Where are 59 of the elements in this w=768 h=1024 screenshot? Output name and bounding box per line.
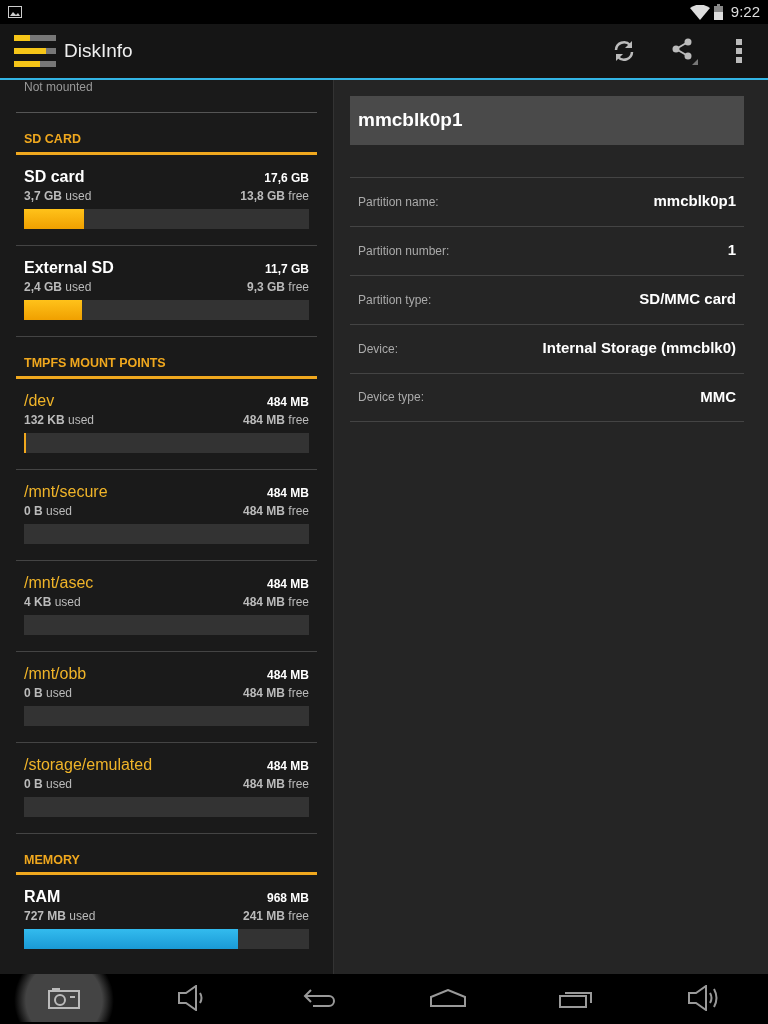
property-value: 1: [727, 240, 736, 261]
total-size: 968 MB: [266, 890, 309, 908]
total-size: 484 MB: [266, 575, 309, 593]
storage-name[interactable]: RAM: [24, 887, 61, 908]
overflow-menu-icon[interactable]: [736, 39, 742, 63]
free-text: 484 MB free: [242, 684, 309, 702]
home-icon: [430, 989, 466, 1007]
storage-name[interactable]: External SD: [24, 257, 114, 278]
camera-icon: [48, 987, 80, 1009]
free-text: 484 MB free: [242, 411, 309, 429]
property-value: Internal Storage (mmcblk0): [542, 338, 736, 359]
storage-name[interactable]: /storage/emulated: [24, 754, 153, 775]
partition-title: mmcblk0p1: [350, 96, 744, 145]
share-icon[interactable]: [670, 37, 698, 65]
total-size: 11,7 GB: [264, 260, 309, 278]
property-label: Partition number:: [358, 242, 450, 260]
total-size: 484 MB: [266, 757, 309, 775]
property-label: Device type:: [358, 389, 425, 406]
storage-status-text: Not mounted: [16, 80, 317, 113]
battery-icon: [713, 4, 723, 20]
free-text: 13,8 GB free: [240, 187, 309, 205]
total-size: 484 MB: [266, 666, 309, 684]
storage-name[interactable]: /mnt/secure: [24, 481, 108, 502]
free-text: 241 MB free: [242, 908, 309, 926]
used-text: 727 MB used: [24, 908, 96, 926]
image-notification-icon: [8, 6, 22, 18]
section-header: SD CARD: [16, 113, 317, 155]
clock-time: 9:22: [730, 1, 760, 22]
used-text: 0 B used: [24, 684, 73, 702]
app-title: DiskInfo: [64, 38, 134, 63]
property-value: MMC: [700, 386, 736, 407]
storage-name[interactable]: /mnt/obb: [24, 663, 87, 684]
section-header: TMPFS MOUNT POINTS: [16, 336, 317, 379]
used-text: 4 KB used: [24, 593, 81, 611]
total-size: 484 MB: [266, 484, 309, 502]
storage-name[interactable]: /dev: [24, 390, 55, 411]
total-size: 484 MB: [266, 393, 309, 411]
used-text: 132 KB used: [24, 411, 95, 429]
used-text: 3,7 GB used: [24, 187, 92, 205]
property-value: mmcblk0p1: [653, 191, 736, 212]
refresh-icon[interactable]: [612, 39, 636, 63]
property-label: Device:: [358, 340, 398, 358]
free-text: 9,3 GB free: [246, 278, 309, 296]
free-text: 484 MB free: [242, 775, 309, 793]
property-value: SD/MMC card: [639, 289, 736, 310]
wifi-icon: [689, 4, 710, 20]
free-text: 484 MB free: [242, 502, 309, 520]
used-text: 0 B used: [24, 502, 73, 520]
property-label: Partition name:: [358, 193, 439, 211]
section-header: MEMORY: [16, 833, 317, 876]
used-text: 0 B used: [24, 775, 73, 793]
back-icon: [303, 988, 337, 1008]
storage-name[interactable]: /mnt/asec: [24, 572, 94, 593]
free-text: 484 MB free: [242, 593, 309, 611]
app-logo-icon: [14, 35, 56, 67]
used-text: 2,4 GB used: [24, 278, 92, 296]
property-label: Partition type:: [358, 291, 432, 309]
total-size: 17,6 GB: [264, 169, 309, 187]
storage-name[interactable]: SD card: [24, 166, 85, 187]
